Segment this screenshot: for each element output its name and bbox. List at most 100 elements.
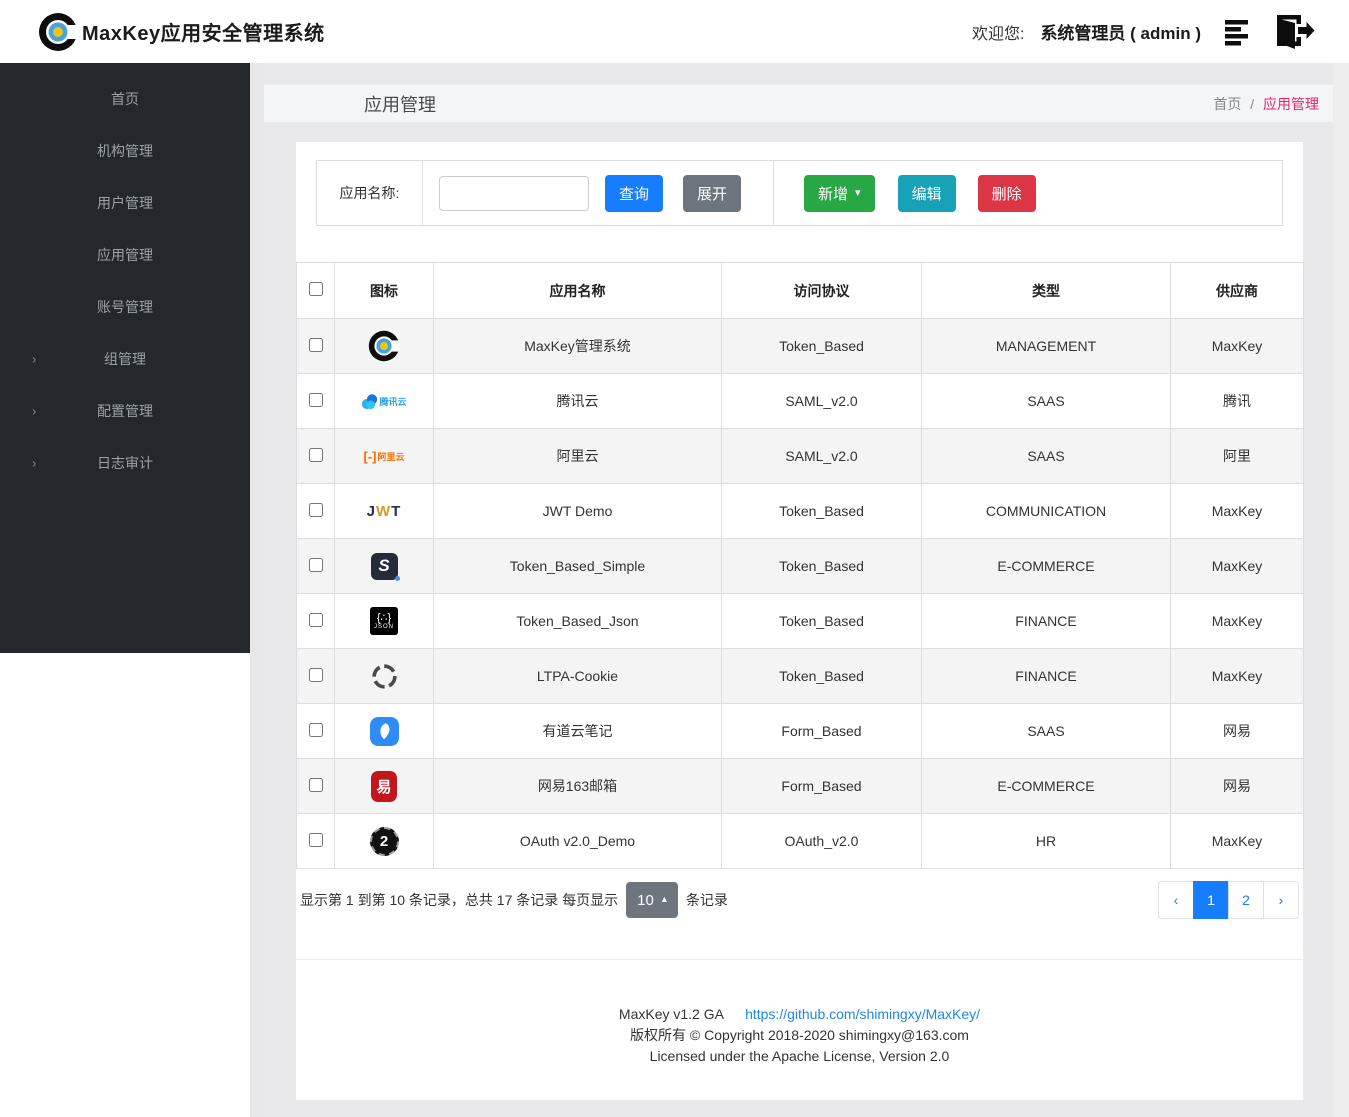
delete-button[interactable]: 删除 [977, 174, 1036, 212]
query-button[interactable]: 查询 [605, 174, 664, 212]
sidebar-item-label: 首页 [111, 91, 139, 107]
sidebar-item-org-management[interactable]: 机构管理 [0, 125, 250, 177]
app-protocol: Token_Based [721, 318, 922, 374]
table-row[interactable]: 腾讯云 腾讯云 SAML_v2.0 SAAS 腾讯 [296, 373, 1304, 429]
right-scroll-strip[interactable] [1332, 63, 1349, 1117]
table-row[interactable]: LTPA-Cookie Token_Based FINANCE MaxKey [296, 648, 1304, 704]
pager-page-2-button[interactable]: 2 [1228, 881, 1264, 919]
sidebar-item-home[interactable]: 首页 [0, 73, 250, 125]
pager-prev-button[interactable]: ‹ [1158, 881, 1194, 919]
pager-page-1-button[interactable]: 1 [1193, 881, 1229, 919]
app-name: LTPA-Cookie [433, 648, 722, 704]
table-row[interactable]: S Token_Based_Simple Token_Based E-COMME… [296, 538, 1304, 594]
sidebar-item-log-audit[interactable]: › 日志审计 [0, 437, 250, 489]
add-button-label: 新增 [818, 185, 849, 203]
select-all-checkbox[interactable] [308, 282, 323, 296]
app-vendor: 网易 [1170, 703, 1304, 759]
row-checkbox[interactable] [308, 777, 323, 792]
row-checkbox[interactable] [308, 612, 323, 627]
app-vendor: MaxKey [1170, 648, 1304, 704]
caret-up-icon: ▴ [661, 894, 667, 905]
app-name: Token_Based_Json [433, 593, 722, 649]
netease-163-icon: 易 [371, 770, 397, 802]
app-title: MaxKey应用安全管理系统 [82, 23, 325, 45]
expand-button[interactable]: 展开 [683, 174, 742, 212]
sidebar-item-app-management[interactable]: 应用管理 [0, 229, 250, 281]
main-content: 应用管理 首页 / 应用管理 应用名称: 查询 展开 新增 ▾ 编辑 删除 图标… [264, 63, 1333, 1117]
table-row[interactable]: MaxKey管理系统 Token_Based MANAGEMENT MaxKey [296, 318, 1304, 374]
pagination-info: 显示第 1 到第 10 条记录，总共 17 条记录 每页显示 10 ▴ 条记录 [300, 882, 728, 918]
sidebar-item-account-management[interactable]: 账号管理 [0, 281, 250, 333]
pager-next-button[interactable]: › [1263, 881, 1299, 919]
app-protocol: OAuth_v2.0 [721, 813, 922, 869]
chevron-right-icon: › [32, 403, 37, 419]
row-checkbox[interactable] [308, 557, 323, 572]
app-name-input[interactable] [439, 175, 589, 211]
menu-list-icon[interactable] [1225, 18, 1261, 46]
pagination-info-suffix: 条记录 [685, 892, 728, 908]
breadcrumb: 首页 / 应用管理 [1213, 94, 1319, 114]
icon-glyph: {∴} [376, 611, 392, 624]
row-checkbox[interactable] [308, 667, 323, 682]
sidebar-item-group-management[interactable]: › 组管理 [0, 333, 250, 385]
row-checkbox[interactable] [308, 337, 323, 352]
app-name: 阿里云 [433, 428, 722, 484]
table-row[interactable]: 有道云笔记 Form_Based SAAS 网易 [296, 703, 1304, 759]
table-row[interactable]: [-] 阿里云 阿里云 SAML_v2.0 SAAS 阿里 [296, 428, 1304, 484]
icon-glyph: J [366, 502, 376, 520]
logout-icon[interactable] [1271, 14, 1315, 50]
page-size-dropdown[interactable]: 10 ▴ [626, 882, 678, 918]
app-vendor: 阿里 [1170, 428, 1304, 484]
sidebar-item-user-management[interactable]: 用户管理 [0, 177, 250, 229]
add-button[interactable]: 新增 ▾ [804, 174, 875, 212]
table-row[interactable]: 2 OAuth v2.0_Demo OAuth_v2.0 HR MaxKey [296, 813, 1304, 869]
icon-label: 腾讯云 [379, 396, 407, 407]
edit-button[interactable]: 编辑 [897, 174, 956, 212]
app-vendor: MaxKey [1170, 593, 1304, 649]
json-app-icon: {∴} JSON [370, 607, 398, 635]
app-type: SAAS [921, 373, 1171, 429]
pagination-bar: 显示第 1 到第 10 条记录，总共 17 条记录 每页显示 10 ▴ 条记录 … [296, 881, 1303, 919]
pager: ‹ 1 2 › [1158, 881, 1299, 919]
sidebar-item-label: 机构管理 [97, 143, 153, 159]
search-label: 应用名称: [317, 161, 423, 225]
content-card: 应用名称: 查询 展开 新增 ▾ 编辑 删除 图标 应用名称 访问协议 类型 供… [296, 142, 1304, 1100]
brand: MaxKey应用安全管理系统 [38, 12, 325, 52]
pagination-info-prefix: 显示第 1 到第 10 条记录，总共 17 条记录 每页显示 [300, 892, 619, 908]
app-protocol: Token_Based [721, 538, 922, 594]
footer-github-link[interactable]: https://github.com/shimingxy/MaxKey/ [745, 1006, 980, 1022]
row-checkbox[interactable] [308, 722, 323, 737]
sidebar-item-label: 用户管理 [97, 195, 153, 211]
app-vendor: 腾讯 [1170, 373, 1304, 429]
row-checkbox[interactable] [308, 447, 323, 462]
chevron-right-icon: › [32, 351, 37, 367]
footer: MaxKey v1.2 GA https://github.com/shimin… [296, 959, 1303, 1067]
select-all-cell [296, 262, 335, 319]
sidebar-item-label: 账号管理 [97, 299, 153, 315]
sidebar-item-label: 日志审计 [97, 455, 153, 471]
breadcrumb-separator: / [1250, 95, 1255, 112]
footer-version: MaxKey v1.2 GA [618, 1006, 724, 1022]
app-type: FINANCE [921, 593, 1171, 649]
row-checkbox[interactable] [308, 392, 323, 407]
app-name: Token_Based_Simple [433, 538, 722, 594]
table-row[interactable]: {∴} JSON Token_Based_Json Token_Based FI… [296, 593, 1304, 649]
row-checkbox[interactable] [308, 502, 323, 517]
table-row[interactable]: 易 网易163邮箱 Form_Based E-COMMERCE 网易 [296, 758, 1304, 814]
app-name: OAuth v2.0_Demo [433, 813, 722, 869]
sidebar-item-config-management[interactable]: › 配置管理 [0, 385, 250, 437]
page-title: 应用管理 [364, 94, 436, 115]
tencent-cloud-icon: 腾讯云 [361, 392, 407, 411]
breadcrumb-bar: 应用管理 首页 / 应用管理 [264, 85, 1333, 122]
row-checkbox[interactable] [308, 832, 323, 847]
ltpa-cookie-icon [369, 661, 400, 692]
app-type: COMMUNICATION [921, 483, 1171, 539]
top-header: MaxKey应用安全管理系统 欢迎您: 系统管理员 ( admin ) [0, 0, 1349, 63]
col-header-name: 应用名称 [433, 262, 722, 319]
breadcrumb-home-link[interactable]: 首页 [1213, 96, 1241, 112]
welcome-label: 欢迎您: [971, 25, 1025, 43]
table-row[interactable]: J W T JWT Demo Token_Based COMMUNICATION… [296, 483, 1304, 539]
app-type: MANAGEMENT [921, 318, 1171, 374]
icon-glyph: W [376, 502, 392, 520]
app-vendor: 网易 [1170, 758, 1304, 814]
